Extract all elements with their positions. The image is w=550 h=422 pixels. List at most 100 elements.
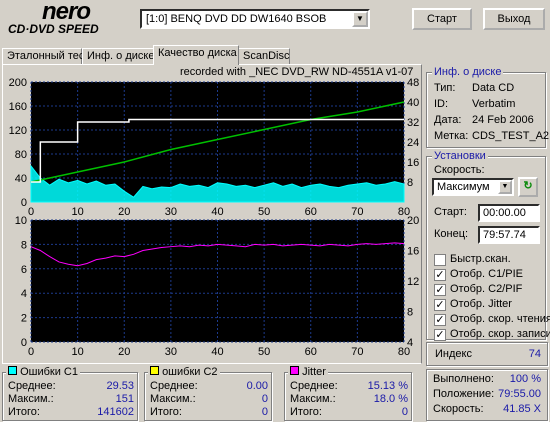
- x-tick-label: 10: [72, 346, 84, 358]
- x-tick-label: 0: [28, 206, 34, 216]
- chevron-down-icon[interactable]: ▼: [352, 11, 368, 27]
- y2-tick-label: 40: [407, 97, 419, 109]
- y-tick-label: 160: [9, 101, 27, 113]
- y2-tick-label: 16: [407, 157, 419, 169]
- c2-swatch: [150, 366, 159, 375]
- y2-tick-label: 24: [407, 137, 419, 149]
- x-tick-label: 80: [398, 206, 410, 216]
- progress-box: Выполнено: 100 % Положение: 79:55.00 Ско…: [426, 369, 548, 421]
- jitter-stats-title: Jitter: [288, 366, 328, 378]
- c2-avg-label: Среднее:: [150, 380, 198, 392]
- c1-max-label: Максим.:: [8, 393, 54, 405]
- c2-stats-title: ошибки C2: [148, 366, 220, 378]
- tab-disc-quality[interactable]: Качество диска: [153, 45, 239, 65]
- c1-total-value: 141602: [97, 406, 134, 418]
- y2-tick-label: 4: [407, 337, 413, 349]
- jitter-title-text: Jitter: [302, 366, 326, 378]
- x-tick-label: 40: [211, 346, 223, 358]
- x-tick-label: 70: [351, 346, 363, 358]
- y-tick-label: 0: [21, 197, 27, 209]
- checkbox-label-1: Отобр. C1/PIE: [450, 268, 523, 280]
- c2-title-text: ошибки C2: [162, 366, 218, 378]
- speed-readout-value: 41.85 X: [503, 403, 541, 415]
- c1-stats-title: Ошибки C1: [6, 366, 80, 378]
- jitter-total-label: Итого:: [290, 406, 322, 418]
- y-tick-label: 10: [15, 216, 27, 227]
- speed-readout-label: Скорость:: [433, 403, 484, 415]
- x-tick-label: 0: [28, 346, 34, 358]
- speed-select-value: Максимум: [437, 181, 490, 193]
- index-label: Индекс: [435, 348, 472, 360]
- refresh-icon[interactable]: ↻: [518, 177, 538, 197]
- checkbox-4[interactable]: ✓: [434, 314, 446, 326]
- chevron-down-icon[interactable]: ▼: [498, 180, 512, 194]
- done-value: 100 %: [509, 373, 541, 385]
- logo-product: CD·DVD SPEED: [8, 22, 99, 36]
- x-tick-label: 30: [165, 206, 177, 216]
- start-button[interactable]: Старт: [412, 8, 472, 30]
- y2-tick-label: 8: [407, 177, 413, 189]
- jitter-chart: 0 10 20 30 40 50 60 70 80024681048121620: [15, 216, 420, 358]
- disc-date-label: Дата:: [434, 114, 462, 126]
- done-label: Выполнено:: [433, 373, 494, 385]
- x-tick-label: 20: [118, 346, 130, 358]
- c2-max-value: 0: [261, 393, 268, 405]
- y2-tick-label: 16: [407, 246, 419, 258]
- x-tick-label: 40: [211, 206, 223, 216]
- disc-type-label: Тип:: [434, 82, 456, 94]
- disc-info-title: Инф. о диске: [432, 66, 504, 78]
- tab-scandisc[interactable]: ScanDisc: [238, 48, 290, 65]
- nero-logo: nero CD·DVD SPEED: [8, 0, 136, 40]
- disc-id-label: ID:: [434, 98, 449, 110]
- checkbox-3[interactable]: ✓: [434, 299, 446, 311]
- start-label: Старт:: [434, 206, 467, 218]
- checkbox-label-0: Быстр.скан.: [450, 253, 511, 265]
- x-tick-label: 20: [118, 206, 130, 216]
- index-value: 74: [528, 348, 541, 360]
- c2-max-label: Максим.:: [150, 393, 196, 405]
- disc-date-value: 24 Feb 2006: [472, 114, 534, 126]
- checkbox-label-4: Отобр. скор. чтения: [450, 313, 550, 325]
- y2-tick-label: 8: [407, 307, 413, 319]
- disc-info-group: Инф. о диске Тип: Data CD ID: Verbatim Д…: [426, 66, 549, 150]
- x-tick-label: 10: [72, 206, 84, 216]
- c2-total-label: Итого:: [150, 406, 182, 418]
- position-value: 79:55.00: [498, 388, 541, 400]
- checkbox-2[interactable]: ✓: [434, 284, 446, 296]
- disc-label-label: Метка:: [434, 130, 469, 142]
- tab-benchmark[interactable]: Эталонный тест: [2, 48, 89, 65]
- disc-type-value: Data CD: [472, 82, 515, 94]
- checkbox-label-5: Отобр. скор. записи: [450, 328, 550, 340]
- drive-select-value: [1:0] BENQ DVD DD DW1640 BSOB: [146, 13, 327, 25]
- c2-total-value: 0: [261, 406, 268, 418]
- x-tick-label: 50: [258, 206, 270, 216]
- settings-group: Установки Скорость: Максимум ▼ ↻ Старт: …: [426, 150, 550, 341]
- c1-title-text: Ошибки C1: [20, 366, 78, 378]
- y-tick-label: 200: [9, 77, 27, 89]
- checkbox-1[interactable]: ✓: [434, 269, 446, 281]
- y2-tick-label: 48: [407, 77, 419, 89]
- settings-title: Установки: [432, 150, 488, 162]
- c1-total-label: Итого:: [8, 406, 40, 418]
- x-tick-label: 30: [165, 346, 177, 358]
- c1-swatch: [8, 366, 17, 375]
- x-tick-label: 60: [305, 346, 317, 358]
- index-box: Индекс 74: [426, 342, 548, 366]
- start-time-field[interactable]: 00:00.00: [478, 204, 540, 222]
- c1-stats: Ошибки C1 Среднее: 29.53 Максим.: 151 Ит…: [2, 366, 140, 421]
- checkbox-0[interactable]: [434, 254, 446, 266]
- position-label: Положение:: [433, 388, 495, 400]
- checkbox-label-3: Отобр. Jitter: [450, 298, 512, 310]
- tab-disc-info[interactable]: Инф. о диске: [82, 48, 154, 65]
- x-tick-label: 60: [305, 206, 317, 216]
- y-tick-label: 4: [21, 288, 27, 300]
- checkbox-5[interactable]: ✓: [434, 329, 446, 341]
- y2-tick-label: 32: [407, 117, 419, 129]
- c1-max-value: 151: [115, 393, 134, 405]
- jitter-avg-value: 15.13 %: [367, 380, 408, 392]
- exit-button[interactable]: Выход: [483, 8, 545, 30]
- drive-select[interactable]: [1:0] BENQ DVD DD DW1640 BSOB ▼: [140, 9, 370, 29]
- jitter-swatch: [290, 366, 299, 375]
- speed-select[interactable]: Максимум ▼: [432, 178, 514, 196]
- end-time-field[interactable]: 79:57.74: [478, 226, 540, 244]
